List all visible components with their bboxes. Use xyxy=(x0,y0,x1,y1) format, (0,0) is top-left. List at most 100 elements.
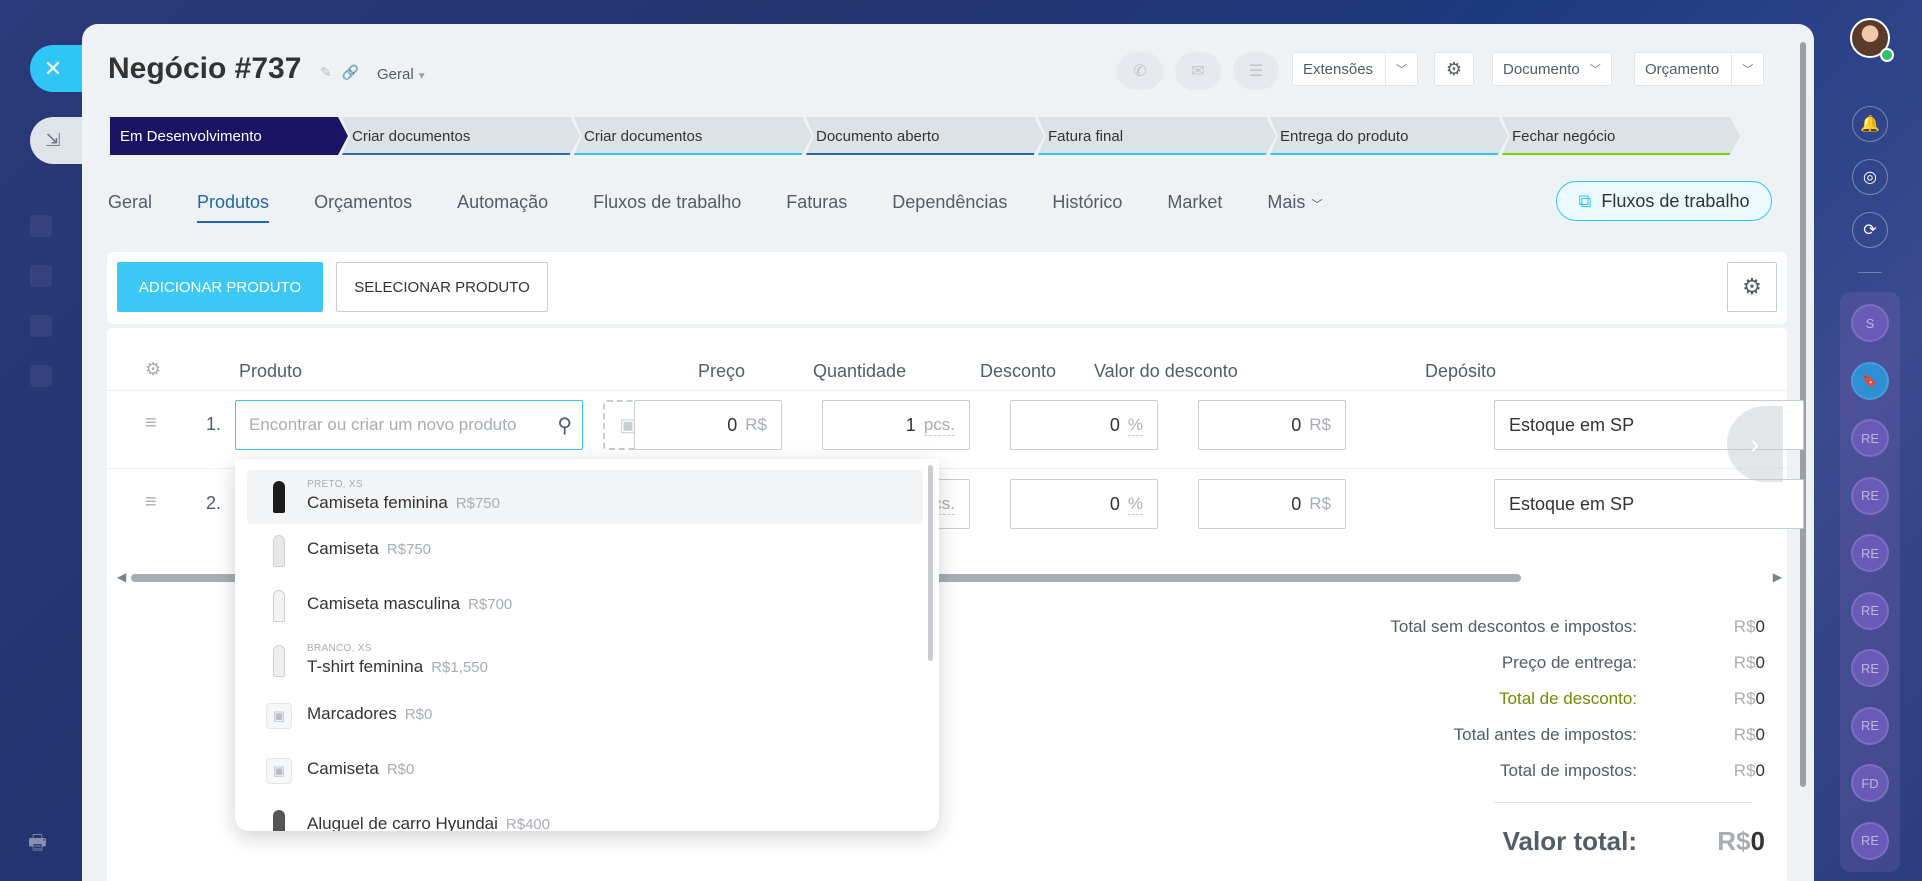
chat-avatar[interactable]: RE xyxy=(1851,476,1889,515)
tab-mais[interactable]: Mais ﹀ xyxy=(1267,192,1322,221)
pipeline-stage[interactable]: Documento aberto xyxy=(806,117,1044,155)
workflows-button[interactable]: ⧉ Fluxos de trabalho xyxy=(1556,181,1772,221)
column-header-discount: Desconto xyxy=(980,361,1057,381)
tab-geral[interactable]: Geral xyxy=(108,192,152,221)
product-suggestion[interactable]: ▣ Marcadores R$0 xyxy=(247,689,923,743)
chat-avatar[interactable]: RE xyxy=(1851,419,1889,457)
tab-histórico[interactable]: Histórico xyxy=(1052,192,1122,221)
mail-icon[interactable]: ✉ xyxy=(1175,52,1221,90)
product-name-text: Camiseta xyxy=(307,539,379,558)
collapse-icon: ⇲ xyxy=(45,130,61,150)
add-product-button[interactable]: ADICIONAR PRODUTO xyxy=(117,262,323,312)
currency-label: R$ xyxy=(1309,415,1331,434)
image-placeholder-icon: ▣ xyxy=(261,753,297,789)
unit-selector[interactable]: pcs. xyxy=(923,415,955,436)
pipeline-stage[interactable]: Criar documentos xyxy=(574,117,812,155)
chat-avatar[interactable]: RE xyxy=(1851,534,1889,572)
chat-avatar[interactable]: RE xyxy=(1851,649,1889,687)
product-name: Camiseta feminina R$750 xyxy=(307,493,500,513)
pipeline-stage[interactable]: Em Desenvolvimento xyxy=(110,117,348,155)
grand-total-value: 0 xyxy=(1750,826,1765,856)
table-settings-button[interactable]: ⚙ xyxy=(1727,262,1777,312)
chat-avatar[interactable]: S xyxy=(1851,304,1889,342)
extensions-button[interactable]: Extensões ﹀ xyxy=(1292,52,1419,86)
drag-handle-icon[interactable]: ≡ xyxy=(145,412,157,435)
discount-value-field[interactable]: 0 R$ xyxy=(1198,479,1346,529)
total-label: Total de impostos: xyxy=(1499,761,1637,780)
column-header-discount-value: Valor do desconto xyxy=(1094,361,1238,381)
column-settings-icon[interactable]: ⚙ xyxy=(145,359,161,380)
chat-avatar[interactable]: RE xyxy=(1851,706,1889,745)
product-suggestion[interactable]: BRANCO, XS T-shirt feminina R$1,550 xyxy=(247,634,923,688)
stage-label: Fechar negócio xyxy=(1512,127,1616,145)
discount-value-field[interactable]: 0 R$ xyxy=(1198,400,1346,450)
chat-icon[interactable]: ☰ xyxy=(1233,52,1279,90)
warehouse-selector[interactable]: Estoque em SP xyxy=(1494,479,1804,529)
total-row: Total de desconto: R$0 xyxy=(1277,689,1765,709)
settings-gear-button[interactable]: ⚙ xyxy=(1434,52,1474,86)
chat-avatar[interactable]: RE xyxy=(1851,591,1889,630)
tab-label: Histórico xyxy=(1052,192,1123,212)
tab-fluxos-de-trabalho[interactable]: Fluxos de trabalho xyxy=(593,192,741,221)
tabs: Geral Produtos Orçamentos Automação Fluxos d… xyxy=(108,192,1367,223)
drag-handle-icon[interactable]: ≡ xyxy=(145,491,157,514)
edit-pencil-icon[interactable]: ✎ xyxy=(320,64,332,81)
quantity-field[interactable]: 1 pcs. xyxy=(822,400,970,450)
product-suggestion[interactable]: Camiseta masculina R$700 xyxy=(247,579,923,633)
product-price: R$0 xyxy=(386,761,415,778)
chevron-down-icon: ﹀ xyxy=(1742,64,1754,76)
dropdown-scrollbar[interactable] xyxy=(928,465,933,661)
product-price: R$1,550 xyxy=(431,659,488,676)
bell-icon[interactable]: 🔔 xyxy=(1852,106,1888,142)
copy-link-icon[interactable]: 🔗 xyxy=(342,64,359,81)
pipeline-stage[interactable]: Fechar negócio xyxy=(1502,117,1740,155)
chat-avatar[interactable]: RE xyxy=(1851,821,1889,860)
tab-faturas[interactable]: Faturas xyxy=(786,192,847,221)
stage-label: Criar documentos xyxy=(584,127,703,145)
product-name-text: T-shirt feminina xyxy=(307,657,424,676)
tab-produtos[interactable]: Produtos xyxy=(197,192,270,223)
category-label: Geral xyxy=(377,66,414,83)
product-suggestion[interactable]: Camiseta R$750 xyxy=(247,524,923,578)
currency-label: R$ xyxy=(1733,653,1756,672)
search-icon[interactable]: ⚲ xyxy=(557,413,572,438)
total-row: Preço de entrega: R$0 xyxy=(1277,653,1765,673)
pipeline-stage[interactable]: Entrega do produto xyxy=(1270,117,1508,155)
chat-avatar[interactable]: 🔖 xyxy=(1851,361,1889,400)
document-button[interactable]: Documento ﹀ xyxy=(1492,52,1612,86)
discount-type-selector[interactable]: % xyxy=(1127,415,1143,436)
scroll-left-icon[interactable]: ◀ xyxy=(117,570,126,584)
minimize-slider-button[interactable]: ⇲ xyxy=(30,117,82,164)
total-value: 0 xyxy=(1755,689,1765,708)
product-thumbnail xyxy=(261,588,297,624)
chat-avatar[interactable]: FD xyxy=(1851,764,1889,802)
stage-label: Documento aberto xyxy=(816,127,940,145)
sync-icon[interactable]: ⟳ xyxy=(1852,212,1888,248)
tab-market[interactable]: Market xyxy=(1167,192,1222,221)
pipeline-stage[interactable]: Fatura final xyxy=(1038,117,1276,155)
discount-field[interactable]: 0 % xyxy=(1010,479,1158,529)
tab-orçamentos[interactable]: Orçamentos xyxy=(314,192,412,221)
budget-button[interactable]: Orçamento ﹀ xyxy=(1634,52,1765,86)
tab-automação[interactable]: Automação xyxy=(457,192,548,221)
pipeline-stage[interactable]: Criar documentos xyxy=(342,117,580,155)
scroll-right-icon[interactable]: ▶ xyxy=(1773,570,1782,584)
column-header-price: Preço xyxy=(698,361,746,381)
category-selector[interactable]: Geral ▼ xyxy=(377,66,427,83)
total-label: Total sem descontos e impostos: xyxy=(1390,617,1637,636)
product-search-input[interactable]: Encontrar ou criar um novo produto ⚲ xyxy=(235,400,583,450)
product-suggestion[interactable]: ▣ Camiseta R$0 xyxy=(247,744,923,798)
select-product-button[interactable]: SELECIONAR PRODUTO xyxy=(336,262,548,312)
product-name: Camiseta R$750 xyxy=(307,539,431,559)
product-suggestion[interactable]: Aluguel de carro Hyundai R$400 xyxy=(247,799,923,831)
discount-field[interactable]: 0 % xyxy=(1010,400,1158,450)
target-icon[interactable]: ◎ xyxy=(1852,159,1888,195)
close-slider-button[interactable]: ✕ xyxy=(30,45,82,92)
discount-type-selector[interactable]: % xyxy=(1127,494,1143,515)
printer-icon[interactable]: 🖶 xyxy=(28,828,52,854)
currency-label: R$ xyxy=(745,415,767,434)
tab-dependências[interactable]: Dependências xyxy=(892,192,1007,221)
product-suggestion[interactable]: PRETO, XS Camiseta feminina R$750 xyxy=(247,470,923,524)
phone-icon[interactable]: ✆ xyxy=(1117,52,1163,90)
price-field[interactable]: 0 R$ xyxy=(634,400,782,450)
